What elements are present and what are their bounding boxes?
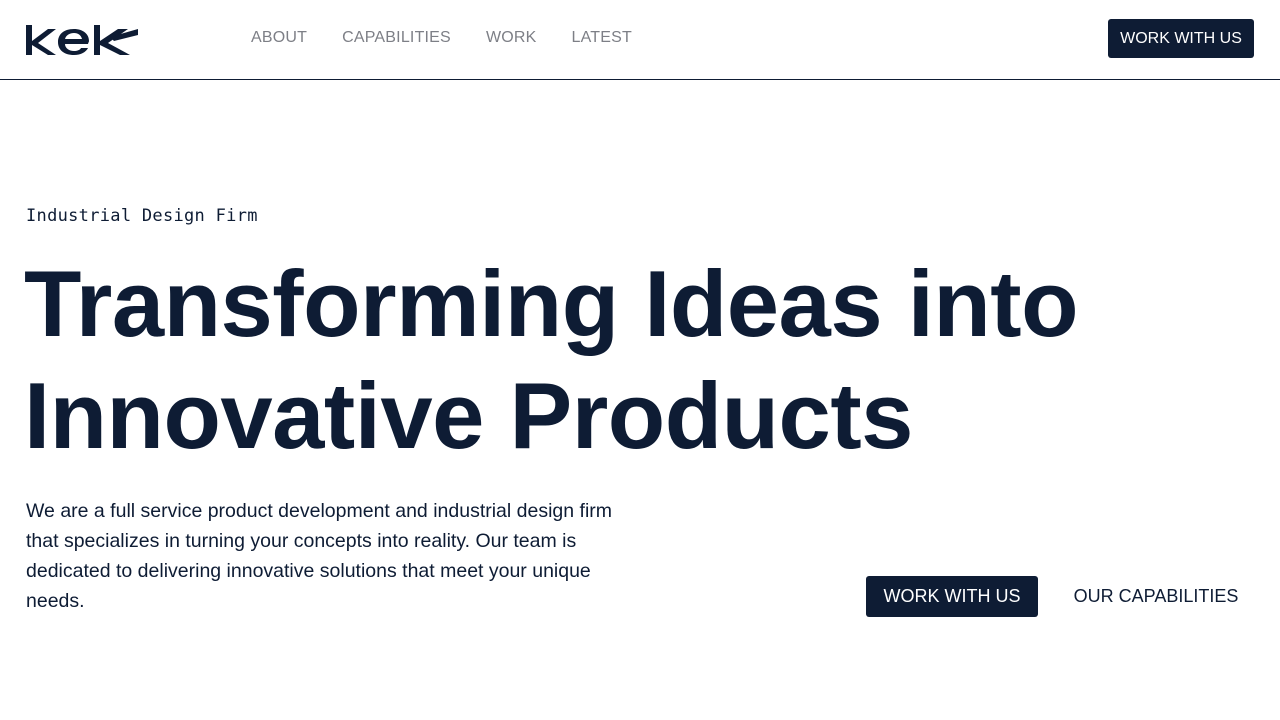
hero-our-capabilities-button[interactable]: OUR CAPABILITIES <box>1058 576 1254 617</box>
header-work-with-us-button[interactable]: WORK WITH US <box>1108 19 1254 58</box>
hero-headline-line-1: Transforming Ideas into <box>24 251 1079 356</box>
kek-logo[interactable] <box>26 23 138 57</box>
nav-item-capabilities[interactable]: CAPABILITIES <box>342 29 451 47</box>
site-header: ABOUT CAPABILITIES WORK LATEST WORK WITH… <box>0 0 1280 80</box>
hero-eyebrow: Industrial Design Firm <box>26 206 258 226</box>
hero-intro-text: We are a full service product developmen… <box>26 500 613 612</box>
nav-item-work[interactable]: WORK <box>486 29 537 47</box>
main-nav: ABOUT CAPABILITIES WORK LATEST <box>251 29 667 47</box>
hero-headline: Transforming Ideas into Innovative Produ… <box>24 248 1224 472</box>
hero-work-with-us-button[interactable]: WORK WITH US <box>866 576 1038 617</box>
nav-item-about[interactable]: ABOUT <box>251 29 307 47</box>
hero-headline-line-2: Innovative Products <box>24 363 913 468</box>
nav-item-latest[interactable]: LATEST <box>572 29 632 47</box>
